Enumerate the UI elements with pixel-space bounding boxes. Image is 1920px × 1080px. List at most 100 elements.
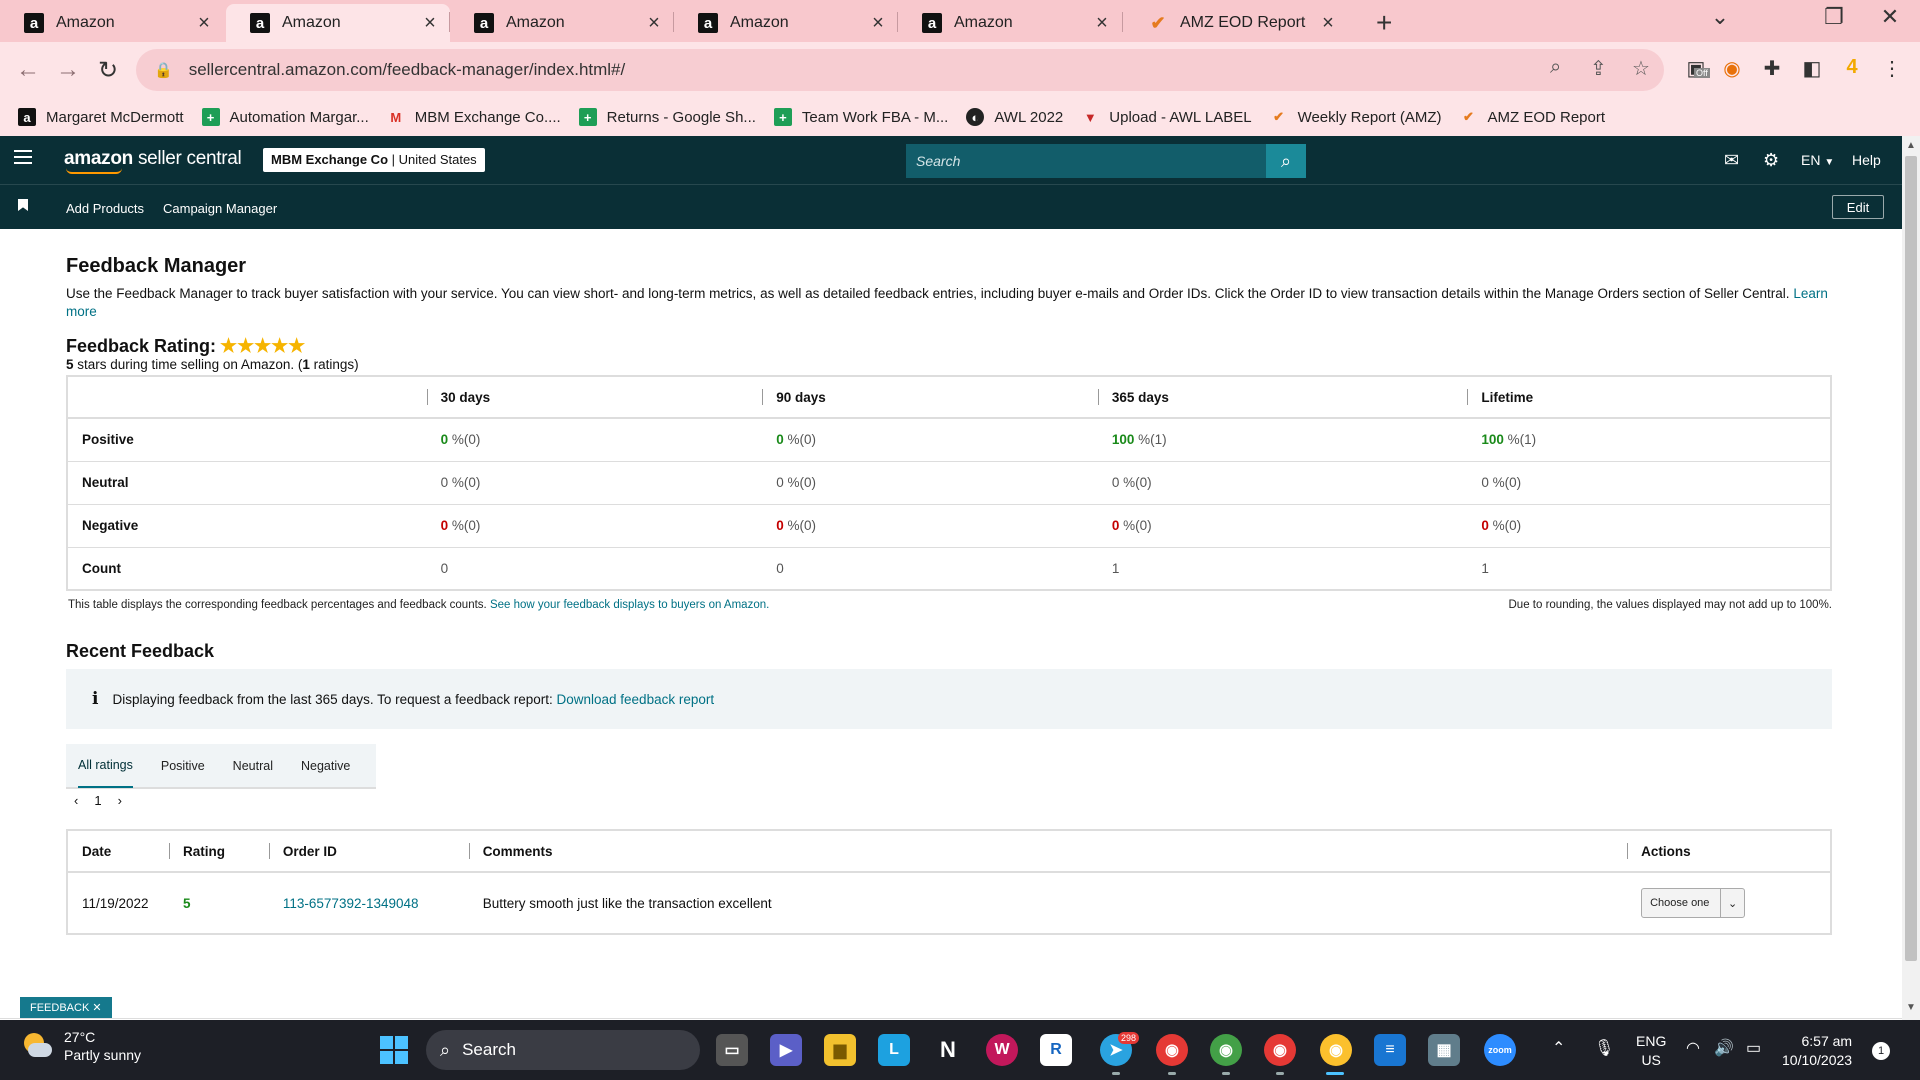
task-view-icon[interactable]: ▭ [716,1034,748,1066]
clock[interactable]: 6:57 am 10/10/2023 [1782,1032,1852,1070]
search-icon[interactable]: ⌕ [1266,144,1306,178]
cell-rest: %(0) [1119,475,1152,490]
tab-positive[interactable]: Positive [161,743,205,788]
close-icon[interactable]: × [868,12,888,35]
teams-meet-icon[interactable]: ▶ [770,1034,802,1066]
chrome-icon[interactable]: ◉ [1156,1034,1188,1066]
browser-tab-active[interactable]: a Amazon × [226,4,450,42]
gear-icon[interactable]: ⚙ [1763,150,1779,171]
chevron-right-icon[interactable]: › [118,793,122,808]
actions-dropdown[interactable]: Choose one ⌄ [1641,888,1746,918]
bookmark-item[interactable]: + Team Work FBA - M... [773,108,948,126]
close-icon[interactable]: ✕ [92,1002,101,1014]
language-indicator[interactable]: ENG US [1636,1032,1666,1070]
nav-add-products[interactable]: Add Products [66,201,144,216]
browser-tab[interactable]: a Amazon × [674,4,898,42]
browser-tab[interactable]: a Amazon × [0,4,224,42]
menu-kebab-icon[interactable]: ⋮ [1878,56,1906,81]
bookmark-item[interactable]: + Returns - Google Sh... [578,108,756,126]
notification-badge[interactable]: 1 [1872,1042,1890,1060]
tab-negative[interactable]: Negative [301,743,350,788]
bookmark-item[interactable]: M MBM Exchange Co.... [387,108,560,126]
close-window-icon[interactable]: ✕ [1870,4,1910,30]
battery-icon[interactable]: ▭ [1746,1038,1761,1058]
bookmark-item[interactable]: ✔ AMZ EOD Report [1460,108,1605,126]
bookmark-label: Automation Margar... [229,108,369,126]
seller-central-logo[interactable]: amazon seller central [64,148,242,174]
order-id-link[interactable]: 113-6577392-1349048 [283,896,419,911]
close-icon[interactable]: × [194,12,214,35]
browser-tab[interactable]: a Amazon × [450,4,674,42]
calculator-icon[interactable]: ▦ [1428,1034,1460,1066]
zoom-icon[interactable]: ⌕ [1550,56,1561,79]
scrollbar-thumb[interactable] [1905,156,1917,961]
chrome-extension-icon[interactable]: ◉ [1718,56,1746,81]
clock-date: 10/10/2023 [1782,1052,1853,1068]
store-selector[interactable]: MBM Exchange Co | United States [263,148,485,172]
scroll-down-icon[interactable]: ▼ [1906,1002,1916,1013]
chrome-icon-active[interactable]: ◉ [1320,1034,1352,1066]
side-panel-icon[interactable]: ◧ [1798,56,1826,81]
url-text: sellercentral.amazon.com/feedback-manage… [188,60,626,79]
search-input[interactable] [906,144,1266,178]
bookmark-item[interactable]: ▼ Upload - AWL LABEL [1081,108,1252,126]
close-icon[interactable]: × [1318,12,1338,35]
bookmark-item[interactable]: ◐ AWL 2022 [966,108,1063,126]
close-icon[interactable]: × [420,12,440,35]
page-scrollbar[interactable]: ▲ ▼ [1902,136,1920,1020]
profile-avatar[interactable]: 4 [1838,56,1866,79]
share-icon[interactable]: ⇪ [1590,56,1607,81]
language-selector[interactable]: EN ▼ [1801,152,1834,168]
forward-icon[interactable]: → [54,56,82,84]
wps-icon[interactable]: W [986,1034,1018,1066]
page-number[interactable]: 1 [94,793,101,808]
volume-icon[interactable]: 🔊 [1714,1038,1734,1058]
address-bar[interactable]: 🔒 sellercentral.amazon.com/feedback-mana… [136,49,1664,91]
close-icon[interactable]: × [644,12,664,35]
puzzle-extensions-icon[interactable]: ✚ [1758,56,1786,81]
microphone-icon[interactable]: 🎙 [1594,1038,1614,1058]
mail-icon[interactable]: ✉ [1724,150,1739,171]
hamburger-menu-icon[interactable] [14,150,32,166]
weather-widget[interactable]: 27°C Partly sunny [20,1028,141,1064]
browser-tab[interactable]: ✔ AMZ EOD Report × [1124,4,1348,42]
bookmark-item[interactable]: a Margaret McDermott [18,108,184,126]
notepad-icon[interactable]: ≡ [1374,1034,1406,1066]
nav-campaign-manager[interactable]: Campaign Manager [163,201,277,216]
bookmark-item[interactable]: + Automation Margar... [201,108,369,126]
feedback-tab-button[interactable]: FEEDBACK ✕ [20,997,112,1019]
back-icon[interactable]: ← [14,56,42,84]
extension-off-icon[interactable]: ▣Off [1682,56,1710,81]
download-report-link[interactable]: Download feedback report [557,692,715,707]
close-icon[interactable]: × [1092,12,1112,35]
new-tab-button[interactable]: + [1376,7,1392,39]
table-row: 11/19/2022 5 113-6577392-1349048 Buttery… [67,872,1831,934]
restore-window-icon[interactable]: ❐ [1814,4,1854,30]
chevron-up-icon[interactable]: ⌃ [1552,1038,1565,1058]
tab-neutral[interactable]: Neutral [233,743,273,788]
file-explorer-icon[interactable]: ▆ [824,1034,856,1066]
edit-button[interactable]: Edit [1832,195,1884,219]
l-app-icon[interactable]: L [878,1034,910,1066]
r-app-icon[interactable]: R [1040,1034,1072,1066]
chrome-icon[interactable]: ◉ [1210,1034,1242,1066]
chrome-icon[interactable]: ◉ [1264,1034,1296,1066]
help-link[interactable]: Help [1852,152,1881,168]
zoom-icon[interactable]: zoom [1484,1034,1516,1066]
chevron-left-icon[interactable]: ‹ [74,793,78,808]
column-label: 30 days [440,389,491,405]
bookmark-star-icon[interactable]: ☆ [1632,56,1650,81]
wifi-icon[interactable]: ◠ [1686,1038,1700,1058]
windows-start-icon[interactable] [380,1036,408,1064]
bookmark-pin-icon[interactable] [18,199,28,211]
bookmark-item[interactable]: ✔ Weekly Report (AMZ) [1270,108,1441,126]
reload-icon[interactable]: ↻ [94,56,122,85]
row-label: Positive [67,418,427,462]
tab-search-icon[interactable]: ⌄ [1700,4,1740,30]
tab-all-ratings[interactable]: All ratings [78,743,133,788]
notion-icon[interactable]: N [932,1034,964,1066]
taskbar-search[interactable]: ⌕ Search [426,1030,700,1070]
scroll-up-icon[interactable]: ▲ [1906,140,1916,151]
browser-tab[interactable]: a Amazon × [898,4,1122,42]
buyer-view-link[interactable]: See how your feedback displays to buyers… [490,599,769,611]
